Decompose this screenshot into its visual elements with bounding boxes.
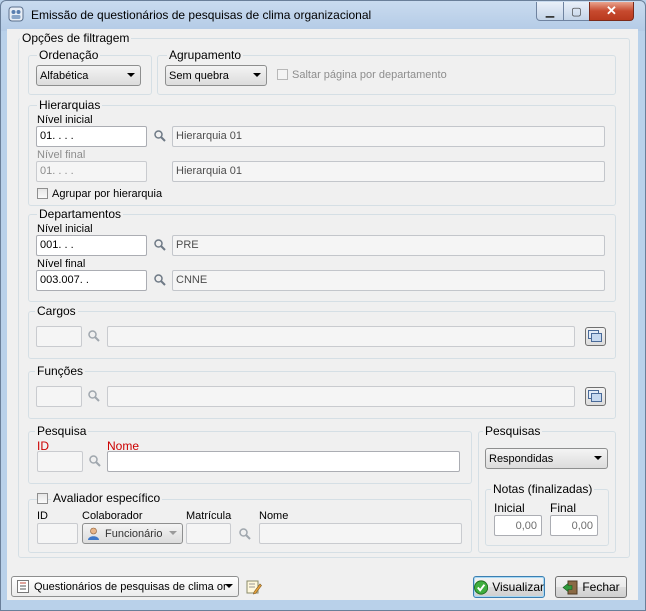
- avaliador-colaborador-label: Colaborador: [82, 510, 143, 522]
- departamento-inicial-label: Nível inicial: [37, 223, 93, 235]
- window-title: Emissão de questionários de pesquisas de…: [31, 8, 372, 22]
- hierarquia-final-description: Hierarquia 01: [172, 161, 605, 182]
- multi-select-icon: [588, 390, 602, 402]
- notas-title: Notas (finalizadas): [491, 482, 595, 496]
- fechar-button[interactable]: Fechar: [555, 576, 627, 598]
- ordenacao-select[interactable]: Alfabética: [36, 65, 141, 86]
- search-icon[interactable]: [238, 527, 252, 541]
- departamento-inicial-field[interactable]: 001. . .: [36, 235, 147, 256]
- avaliador-matricula-field[interactable]: [186, 523, 231, 544]
- search-icon[interactable]: [88, 454, 102, 468]
- app-icon: [8, 6, 24, 22]
- notas-final-label: Final: [550, 501, 577, 515]
- close-icon: ✕: [606, 3, 617, 18]
- maximize-button[interactable]: ▢: [563, 2, 590, 21]
- chevron-down-icon: [594, 456, 602, 460]
- agrupamento-select[interactable]: Sem quebra: [165, 65, 267, 86]
- departamento-final-field[interactable]: 003.007. .: [36, 270, 147, 291]
- departamento-inicial-description: PRE: [172, 235, 605, 256]
- minimize-button[interactable]: ▁: [536, 2, 564, 21]
- search-icon[interactable]: [153, 273, 167, 287]
- cargos-multi-select-button[interactable]: [585, 327, 606, 346]
- search-icon[interactable]: [87, 329, 101, 343]
- edit-report-icon[interactable]: [246, 579, 262, 595]
- avaliador-nome-label: Nome: [259, 510, 289, 522]
- cargos-title: Cargos: [35, 304, 78, 318]
- pesquisas-title: Pesquisas: [483, 424, 543, 438]
- avaliador-id-field[interactable]: [37, 523, 78, 544]
- colaborador-value: Funcionário: [105, 528, 163, 540]
- hierarquias-title: Hierarquias: [37, 98, 103, 112]
- maximize-icon: ▢: [571, 5, 582, 18]
- hierarquia-inicial-field[interactable]: 01. . . .: [36, 126, 147, 147]
- agrupar-hierarquia-label: Agrupar por hierarquia: [52, 188, 163, 200]
- agrupamento-value: Sem quebra: [169, 70, 229, 82]
- chevron-down-icon: [169, 531, 177, 535]
- pesquisa-nome-field[interactable]: [107, 451, 460, 472]
- notas-final-field[interactable]: 0,00: [550, 515, 598, 536]
- agrupamento-label: Agrupamento: [167, 48, 244, 62]
- notas-inicial-field[interactable]: 0,00: [494, 515, 542, 536]
- exit-door-icon: [562, 580, 578, 594]
- ordenacao-value: Alfabética: [40, 70, 89, 82]
- cargos-id-field[interactable]: [36, 326, 82, 347]
- minimize-icon: ▁: [545, 5, 555, 18]
- hierarquia-inicial-label: Nível inicial: [37, 114, 93, 126]
- cargos-description-field: [107, 326, 575, 347]
- departamento-final-description: CNNE: [172, 270, 605, 291]
- avaliador-id-label: ID: [37, 510, 48, 522]
- pesquisa-id-field[interactable]: [37, 451, 83, 472]
- avaliador-matricula-label: Matrícula: [186, 510, 232, 522]
- search-icon[interactable]: [153, 238, 167, 252]
- colaborador-select[interactable]: Funcionário: [82, 523, 183, 544]
- pesquisas-value: Respondidas: [489, 453, 554, 465]
- hierarquia-final-label: Nível final: [37, 149, 86, 161]
- funcoes-id-field[interactable]: [36, 386, 82, 407]
- avaliador-title: Avaliador específico: [51, 491, 163, 505]
- close-button[interactable]: ✕: [589, 2, 634, 21]
- report-select[interactable]: Questionários de pesquisas de clima or: [11, 576, 239, 597]
- visualizar-label: Visualizar: [492, 580, 544, 594]
- saltar-pagina-label: Saltar página por departamento: [292, 69, 447, 81]
- avaliador-nome-field: [259, 523, 462, 544]
- funcoes-title: Funções: [35, 364, 86, 378]
- hierarquia-final-field[interactable]: 01. . . .: [36, 161, 147, 182]
- search-icon[interactable]: [87, 389, 101, 403]
- check-icon: [474, 579, 489, 595]
- pesquisas-select[interactable]: Respondidas: [485, 448, 608, 469]
- title-bar[interactable]: Emissão de questionários de pesquisas de…: [1, 1, 643, 28]
- ordenacao-label: Ordenação: [37, 48, 101, 62]
- visualizar-button[interactable]: Visualizar: [473, 576, 545, 598]
- chevron-down-icon: [225, 584, 233, 588]
- agrupar-hierarquia-checkbox[interactable]: [37, 188, 48, 199]
- funcoes-multi-select-button[interactable]: [585, 387, 606, 406]
- departamento-final-label: Nível final: [37, 258, 86, 270]
- chevron-down-icon: [253, 73, 261, 77]
- multi-select-icon: [588, 330, 602, 342]
- filter-options-title: Opções de filtragem: [20, 31, 132, 45]
- hierarquia-inicial-description: Hierarquia 01: [172, 126, 605, 147]
- user-icon: [88, 527, 99, 540]
- funcoes-description-field: [107, 386, 575, 407]
- saltar-pagina-checkbox[interactable]: [277, 69, 288, 80]
- notas-inicial-label: Inicial: [494, 501, 525, 515]
- report-icon: [17, 580, 29, 593]
- departamentos-title: Departamentos: [37, 207, 124, 221]
- avaliador-checkbox[interactable]: [37, 493, 48, 504]
- search-icon[interactable]: [153, 129, 167, 143]
- pesquisa-title: Pesquisa: [35, 424, 89, 438]
- report-value: Questionários de pesquisas de clima or: [34, 581, 227, 593]
- fechar-label: Fechar: [582, 580, 620, 594]
- chevron-down-icon: [127, 73, 135, 77]
